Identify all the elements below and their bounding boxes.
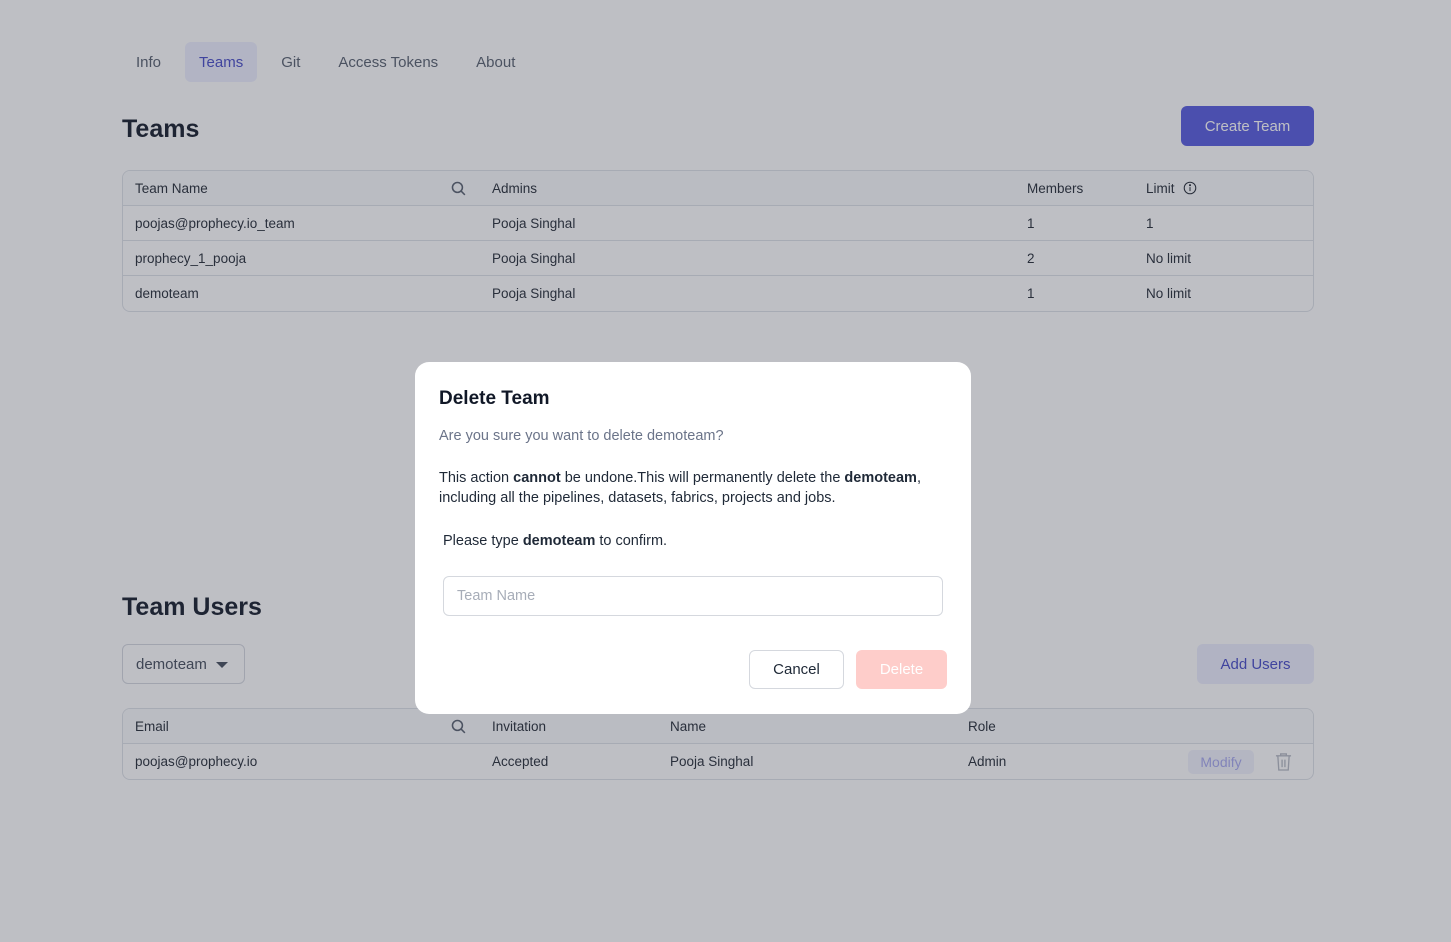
confirm-instruction: Please type demoteam to confirm. [443,533,667,549]
team-name-input[interactable] [443,576,943,616]
warning-text: This action [439,470,514,486]
delete-team-dialog: Delete Team Are you sure you want to del… [415,362,971,714]
dialog-title: Delete Team [439,388,550,409]
delete-button[interactable]: Delete [856,650,947,689]
confirm-team-name: demoteam [522,533,596,549]
warning-bold: cannot [513,470,561,486]
dialog-warning: This action cannot be undone.This will p… [439,468,949,508]
cancel-button[interactable]: Cancel [749,650,844,689]
confirm-text: Please type [443,533,523,549]
warning-team-name: demoteam [844,470,917,486]
confirm-text: to confirm. [595,533,668,549]
warning-text: be undone.This will permanently delete t… [560,470,845,486]
dialog-subtitle: Are you sure you want to delete demoteam… [439,428,724,444]
